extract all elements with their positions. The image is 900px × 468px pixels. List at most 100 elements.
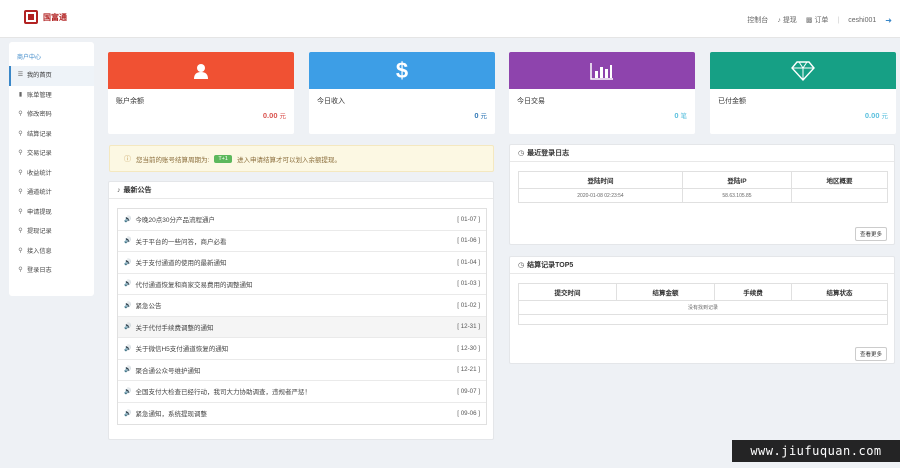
sidebar-item-label: 申请提现 (27, 208, 52, 216)
announcement-item[interactable]: 🔊 关于微信H5支付通道恢复的通知[ 12-30 ] (118, 338, 486, 360)
sidebar-item-home[interactable]: ☰ 我的首页 (9, 66, 94, 86)
stat-value-number: 0 (674, 111, 679, 120)
sidebar-item-password[interactable]: ⚲ 修改密码 (9, 105, 94, 125)
announcement-item[interactable]: 🔊 今晚20点30分产品流程通户[ 01-07 ] (118, 209, 486, 231)
announcement-title[interactable]: 关于支付通道的使用的最新通知 (135, 257, 457, 267)
announcement-title[interactable]: 代付通道恢复和商家交易费用的调整通知 (135, 279, 457, 289)
diamond-icon (791, 60, 815, 81)
announcement-item[interactable]: 🔊 全国支付大检查已经行动，我司大力协助调查，违规者严惩！[ 09-07 ] (118, 381, 486, 403)
key-icon: ⚲ (18, 111, 23, 117)
top-bar: 国富通 控制台 ♪ 提现 ▩ 订单 | ceshi001 ➜ (0, 0, 900, 38)
announcement-title[interactable]: 关于微信H5支付通道恢复的通知 (135, 343, 457, 353)
speaker-icon: 🔊 (124, 259, 132, 266)
sidebar-item-label: 我的首页 (27, 72, 52, 79)
login-log-more-button[interactable]: 查看更多 (854, 227, 887, 241)
sidebar-item-label: 接入信息 (27, 247, 52, 255)
announcement-item[interactable]: 🔊 关于支付通道的使用的最新通知[ 01-04 ] (118, 252, 486, 274)
logout-icon[interactable]: ➜ (885, 16, 892, 25)
empty-state: 没有找到记录 (518, 300, 888, 315)
sidebar-item-login-log[interactable]: ⚲ 登录日志 (9, 261, 94, 281)
announcement-title[interactable]: 今晚20点30分产品流程通户 (135, 214, 457, 224)
announcement-title[interactable]: 聚合通公众号维护通知 (135, 365, 457, 375)
list-icon: ☰ (17, 72, 24, 78)
nav-dashboard-label: 控制台 (747, 17, 769, 24)
sidebar-item-label: 收益统计 (27, 169, 52, 177)
sidebar-item-label: 交易记录 (27, 150, 52, 157)
announcement-item[interactable]: 🔊 代付通道恢复和商家交易费用的调整通知[ 01-03 ] (118, 274, 486, 295)
speaker-icon: 🔊 (124, 281, 132, 288)
watermark: www.jiufuquan.com (732, 440, 900, 462)
dollar-icon: $ (395, 57, 409, 83)
speaker-icon: 🔊 (124, 238, 132, 245)
table-row (518, 314, 888, 325)
sidebar-item-integration[interactable]: ⚲ 接入信息 (9, 242, 94, 262)
panel-header: ◷ 结算记录TOP5 (510, 257, 894, 274)
sidebar-item-revenue-stats[interactable]: ⚲ 收益统计 (9, 164, 94, 184)
announcement-title[interactable]: 关于平台的一些问答，商户必看 (135, 236, 457, 246)
stat-card-header (108, 52, 294, 89)
notice-text: 您当前的账号结算周期为: (136, 156, 210, 164)
announcement-item[interactable]: 🔊 关于代付手续费调整的通知[ 12-31 ] (118, 316, 486, 338)
sidebar-item-bills[interactable]: ▮ 账单管理 (9, 86, 94, 106)
speaker-icon: 🔊 (124, 410, 132, 417)
announcement-date: [ 12-21 ] (457, 366, 480, 374)
column-header: 提交时间 (518, 283, 617, 301)
bar-chart-icon (590, 62, 613, 80)
announcement-title[interactable]: 紧急通知，系统提现调整 (135, 408, 457, 418)
username-label: ceshi001 (848, 16, 877, 24)
announcement-date: [ 09-07 ] (457, 387, 480, 395)
announcement-title[interactable]: 全国支付大检查已经行动，我司大力协助调查，违规者严惩！ (135, 386, 457, 396)
announcement-title[interactable]: 关于代付手续费调整的通知 (135, 322, 457, 332)
stat-value-number: 0.00 (262, 111, 278, 120)
stat-unit: 元 (881, 113, 889, 120)
nav-withdraw-label: 提现 (782, 17, 797, 24)
bell-icon: ♪ (777, 16, 781, 24)
announcement-title[interactable]: 紧急公告 (135, 300, 457, 310)
sidebar-item-channel-stats[interactable]: ⚲ 通道统计 (9, 183, 94, 203)
nav-dashboard[interactable]: 控制台 (747, 15, 768, 25)
bar-chart-icon: ▮ (18, 91, 23, 98)
key-icon: ⚲ (18, 228, 23, 234)
notice-text-after: 进入申请结算才可以划入余额提现。 (236, 156, 341, 164)
stat-value: 0笔 (674, 110, 687, 120)
info-icon: ⓘ (124, 155, 131, 163)
announcement-item[interactable]: 🔊 紧急公告[ 01-02 ] (118, 295, 486, 317)
settlement-more-button[interactable]: 查看更多 (854, 347, 887, 361)
nav-withdraw[interactable]: ♪ 提现 (777, 15, 797, 25)
announcement-date: [ 01-06 ] (457, 237, 480, 245)
announcement-date: [ 01-07 ] (457, 215, 480, 223)
login-ip-cell: 58.63.105.85 (682, 188, 792, 203)
stat-card-today-income: $ 今日收入 0元 (309, 52, 495, 134)
logo[interactable]: 国富通 (24, 10, 67, 24)
stat-card-balance: 账户余额 0.00 元 (108, 52, 294, 134)
speaker-icon: 🔊 (124, 216, 132, 223)
bell-icon: ♪ (117, 186, 121, 194)
nav-username[interactable]: ceshi001 (848, 17, 876, 24)
table-header-row: 提交时间 结算金额 手续费 结算状态 (518, 283, 888, 301)
sidebar-item-apply-withdraw[interactable]: ⚲ 申请提现 (9, 203, 94, 223)
sidebar-item-label: 登录日志 (27, 267, 52, 274)
sidebar-item-transactions[interactable]: ⚲ 交易记录 (9, 144, 94, 164)
stat-value: 0.00 元 (263, 110, 286, 120)
announcement-item[interactable]: 🔊 关于平台的一些问答，商户必看[ 01-06 ] (118, 231, 486, 252)
stat-value: 0.00 元 (865, 110, 888, 120)
stat-card-header: $ (309, 52, 495, 89)
announcement-item[interactable]: 🔊 紧急通知，系统提现调整[ 09-06 ] (118, 403, 486, 425)
stat-value: 0元 (474, 110, 487, 120)
key-icon: ⚲ (18, 189, 23, 195)
panel-title: 结算记录TOP5 (527, 261, 574, 269)
bank-icon: ▩ (805, 17, 813, 24)
nav-orders[interactable]: ▩ 订单 (806, 15, 829, 25)
announcement-item[interactable]: 🔊 聚合通公众号维护通知[ 12-21 ] (118, 360, 486, 381)
stat-card-header (710, 52, 896, 89)
user-icon (194, 63, 208, 79)
stat-label: 今日交易 (517, 98, 545, 105)
stat-label: 已付金额 (718, 98, 746, 105)
clock-icon: ◷ (518, 149, 525, 157)
key-icon: ⚲ (18, 247, 23, 254)
login-log-table: 登陆时间 登陆IP 地区概要 2020-01-08 02:23:54 58.63… (518, 171, 888, 203)
speaker-icon: 🔊 (124, 324, 132, 331)
announcement-date: [ 12-30 ] (457, 344, 480, 352)
sidebar-item-withdraw-records[interactable]: ⚲ 提现记录 (9, 222, 94, 242)
sidebar-item-settlements[interactable]: ⚲ 结算记录 (9, 125, 94, 145)
